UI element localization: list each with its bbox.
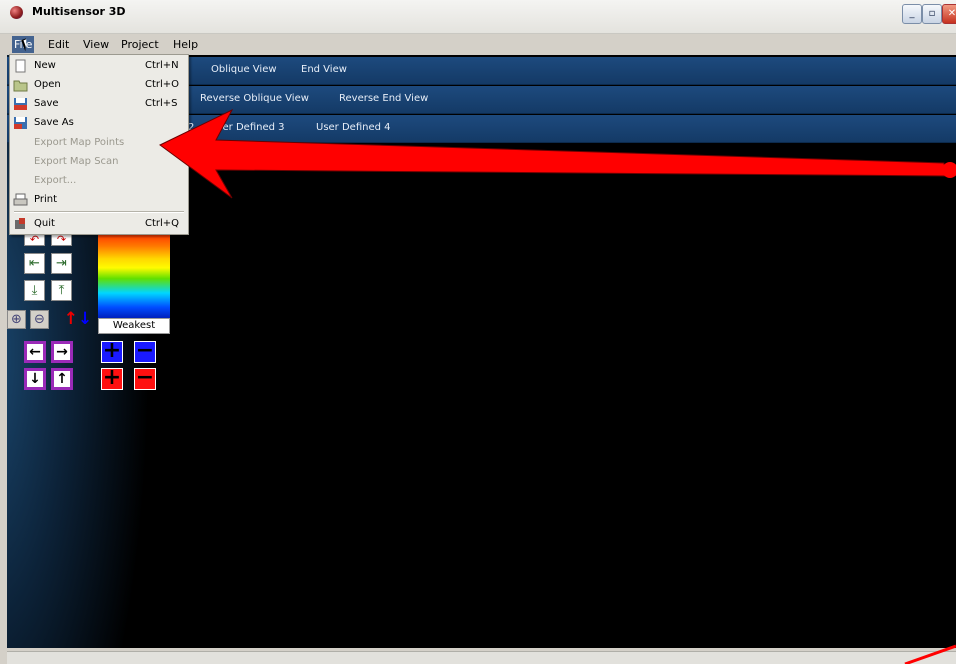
annotation-arrow — [159, 108, 947, 199]
annotation-overlay — [159, 108, 956, 664]
annotation-line — [904, 644, 956, 664]
app-window: Multisensor 3D _ ▫ ✕ File Edit View Proj… — [0, 0, 956, 664]
